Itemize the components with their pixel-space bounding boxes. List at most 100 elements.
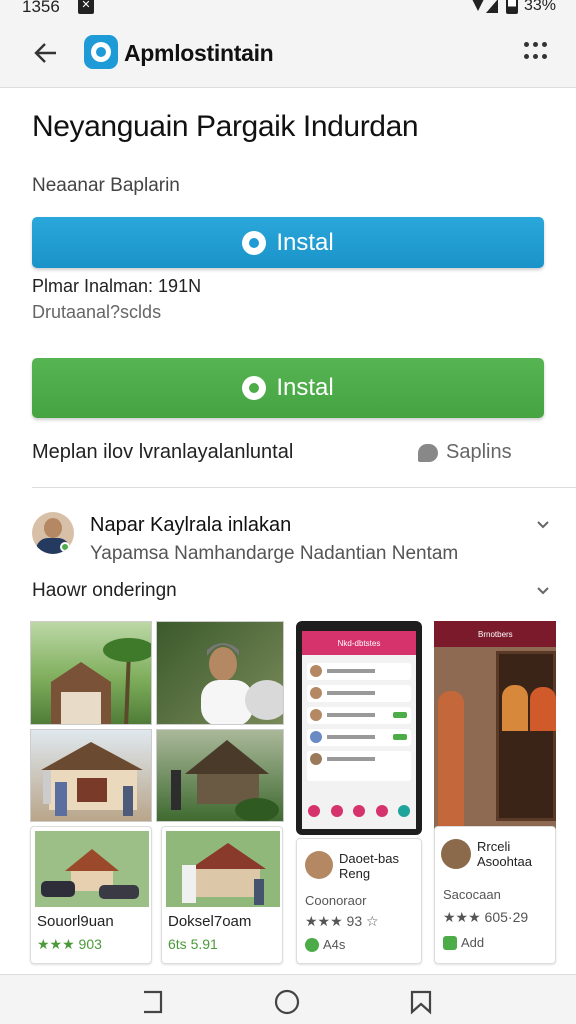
card-tag: A4s bbox=[323, 937, 346, 952]
action-dot-icon bbox=[398, 805, 410, 817]
avatar[interactable] bbox=[32, 512, 74, 554]
scene-person bbox=[438, 691, 464, 831]
dots-grid-icon bbox=[533, 54, 538, 59]
palm-house-picture bbox=[51, 638, 151, 724]
gallery-image-scene[interactable]: Brnotbers bbox=[434, 621, 556, 835]
action-dot-icon bbox=[308, 805, 320, 817]
message-preview bbox=[327, 757, 375, 761]
card-avatar bbox=[441, 839, 471, 869]
logo-mark-icon bbox=[91, 42, 111, 62]
phone-action-row bbox=[308, 805, 410, 817]
dots-grid-icon bbox=[524, 42, 529, 47]
dots-grid-icon bbox=[524, 54, 529, 59]
back-button[interactable] bbox=[30, 38, 62, 68]
card-rating: ★★★ 93 ☆ bbox=[305, 913, 379, 929]
card-title: Souorl9uan bbox=[37, 913, 114, 930]
card-tag: Add bbox=[461, 935, 485, 950]
action-dot-icon bbox=[330, 805, 343, 817]
unread-badge bbox=[393, 734, 407, 740]
chat-row bbox=[307, 663, 411, 680]
dots-grid-icon bbox=[533, 42, 538, 47]
page-title: Neyanguain Pargaik Indurdan bbox=[32, 110, 419, 143]
install-label: Instal bbox=[276, 228, 334, 256]
install-button-primary[interactable]: Instal bbox=[32, 217, 544, 268]
contact-avatar bbox=[310, 687, 322, 699]
house-car-picture bbox=[35, 831, 149, 907]
message-preview bbox=[327, 691, 375, 695]
gallery-image-woman[interactable] bbox=[156, 621, 284, 725]
meta-line-2: Drutaanal?sclds bbox=[32, 302, 162, 322]
chat-bubble-icon bbox=[242, 230, 267, 255]
home-icon[interactable] bbox=[274, 989, 300, 1015]
unread-badge bbox=[393, 712, 407, 718]
scene-header: Brnotbers bbox=[434, 621, 556, 647]
woman-portrait-picture bbox=[201, 643, 283, 724]
phone-app-header: Nkd-dbtstes bbox=[302, 631, 416, 655]
chevron-down-icon[interactable] bbox=[536, 584, 550, 598]
gallery-image-phone-screen[interactable]: Nkd-dbtstes bbox=[296, 621, 422, 835]
card-title: Daoet-bas Reng bbox=[339, 851, 399, 881]
chat-row bbox=[307, 751, 411, 781]
contact-avatar bbox=[310, 665, 322, 677]
dots-grid-icon bbox=[542, 42, 547, 47]
card-title: Doksel7oam bbox=[168, 913, 252, 930]
chevron-down-icon[interactable] bbox=[536, 518, 550, 532]
arrow-back-icon bbox=[34, 43, 56, 63]
contact-avatar bbox=[310, 709, 322, 721]
action-dot-icon bbox=[353, 805, 365, 817]
status-indicators: 33% bbox=[472, 0, 556, 15]
app-bar: Apmlostintain bbox=[0, 18, 576, 88]
card-subtitle: Sacocaan bbox=[443, 887, 501, 902]
tag-icon bbox=[443, 936, 457, 950]
dots-grid-icon bbox=[542, 54, 547, 59]
app-title: Apmlostintain bbox=[124, 40, 274, 66]
card-title: Rrceli Asoohtaa bbox=[477, 839, 532, 869]
review-text: Yapamsa Namhandarge Nadantian Nentam bbox=[90, 543, 459, 564]
online-badge-icon bbox=[60, 542, 70, 552]
phone-screen: Nkd-dbtstes bbox=[302, 631, 416, 829]
gallery-image-hut[interactable] bbox=[156, 729, 284, 822]
app-card[interactable]: Doksel7oam 6ts 5.91 bbox=[161, 826, 283, 964]
install-button-secondary[interactable]: Instal bbox=[32, 358, 544, 418]
card-rating: 6ts 5.91 bbox=[168, 936, 218, 952]
scene-door bbox=[496, 651, 556, 821]
search-icon bbox=[242, 376, 267, 400]
gallery-title: Haowr onderingn bbox=[32, 580, 177, 601]
app-logo bbox=[84, 35, 118, 69]
x-app-icon: ✕ bbox=[78, 0, 94, 14]
tag-icon bbox=[305, 938, 319, 952]
meta-line-1: Plmar Inalman: 191N bbox=[32, 276, 202, 296]
support-label: Saplins bbox=[446, 441, 512, 463]
battery-icon bbox=[505, 0, 518, 14]
developer-name[interactable]: Neaanar Baplarin bbox=[32, 175, 180, 197]
gallery-image-palm-house[interactable] bbox=[30, 621, 152, 725]
app-card[interactable]: Rrceli Asoohtaa Sacocaan ★★★ 605·29 Add bbox=[434, 826, 556, 964]
install-label: Instal bbox=[276, 374, 334, 401]
contact-avatar bbox=[310, 753, 322, 765]
system-nav-bar bbox=[0, 974, 576, 1024]
chat-row bbox=[307, 707, 411, 724]
gallery-image-house-men[interactable] bbox=[30, 729, 152, 822]
scene-person bbox=[530, 687, 556, 731]
app-card[interactable]: Souorl9uan ★★★ 903 bbox=[30, 826, 152, 964]
signal-icon bbox=[472, 0, 498, 13]
chat-row bbox=[307, 729, 411, 746]
card-avatar bbox=[305, 851, 333, 879]
overflow-menu-button[interactable] bbox=[524, 42, 548, 62]
info-text: Meplan ilov lvranlayalanluntal bbox=[32, 441, 294, 463]
action-dot-icon bbox=[375, 805, 388, 817]
card-rating: ★★★ 903 bbox=[37, 936, 102, 952]
chat-row bbox=[307, 685, 411, 702]
contact-avatar bbox=[310, 731, 322, 743]
house-visitors-picture bbox=[166, 831, 280, 907]
bookmark-icon[interactable] bbox=[408, 989, 434, 1015]
support-link[interactable]: Saplins bbox=[418, 441, 512, 464]
review-author: Napar Kaylrala inlakan bbox=[90, 514, 292, 536]
status-bar: 1356 ✕ 33% bbox=[0, 0, 576, 18]
chat-icon bbox=[418, 443, 438, 462]
app-card[interactable]: Daoet-bas Reng Coonoraor ★★★ 93 ☆ A4s bbox=[296, 838, 422, 964]
scene-person bbox=[502, 685, 528, 731]
recents-icon[interactable] bbox=[140, 989, 166, 1015]
battery-level: 33% bbox=[523, 0, 556, 14]
status-time: 1356 bbox=[22, 0, 60, 16]
